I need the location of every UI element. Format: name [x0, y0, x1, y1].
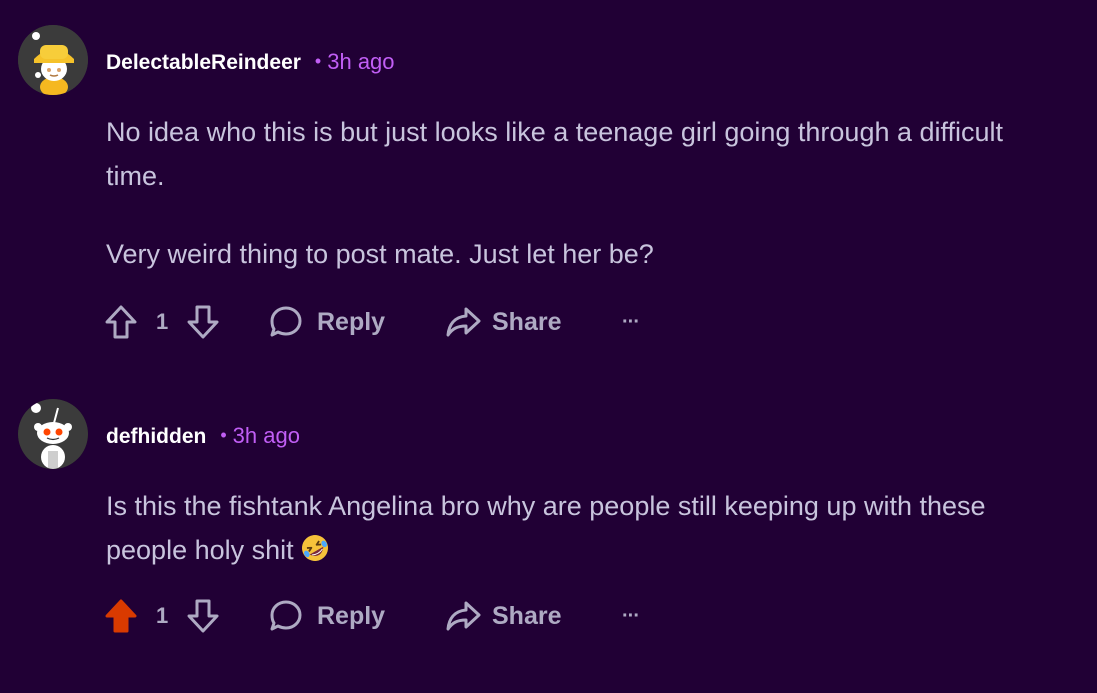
vote-score: 1 [156, 309, 169, 334]
more-options-icon: ··· [622, 310, 640, 333]
share-button[interactable]: Share [444, 596, 561, 636]
share-arrow-icon [446, 307, 481, 337]
comment-bubble-icon [270, 600, 302, 631]
timestamp[interactable]: 3h ago [233, 423, 300, 448]
comment-body: No idea who this is but just looks like … [106, 110, 1066, 276]
reply-button[interactable]: Reply [268, 596, 385, 636]
separator-dot: • [220, 425, 227, 445]
user-avatar[interactable] [18, 399, 88, 469]
comment-meta: DelectableReindeer • 3h ago [106, 47, 395, 78]
user-avatar[interactable] [18, 25, 88, 95]
timestamp[interactable]: 3h ago [327, 49, 394, 74]
reply-label: Reply [317, 307, 386, 336]
comment-text: Is this the fishtank Angelina bro why ar… [106, 491, 986, 565]
snoo-default-avatar-icon [18, 399, 88, 469]
comment-paragraph: No idea who this is but just looks like … [106, 117, 1004, 191]
username[interactable]: defhidden [106, 425, 206, 448]
comment-paragraph: Very weird thing to post mate. Just let … [106, 239, 654, 269]
share-arrow-icon [446, 601, 481, 631]
downvote-button[interactable] [186, 302, 220, 342]
share-label: Share [492, 601, 562, 630]
separator-dot: • [314, 51, 322, 71]
snoo-yellow-hat-avatar-icon [18, 25, 88, 95]
comment-bubble-icon [270, 306, 302, 337]
comment-body: Is this the fishtank Angelina bro why ar… [106, 484, 1066, 572]
upvote-button[interactable] [104, 302, 138, 342]
reply-button[interactable]: Reply [268, 302, 385, 342]
comment-meta: defhidden • 3h ago [106, 421, 300, 452]
rolling-on-floor-laughing-emoji-icon [301, 535, 328, 561]
vote-score: 1 [156, 603, 169, 628]
more-options-button[interactable]: ··· [622, 302, 640, 342]
downvote-button[interactable] [186, 596, 220, 636]
more-options-button[interactable]: ··· [622, 596, 640, 636]
downvote-arrow-icon [187, 305, 219, 339]
share-button[interactable]: Share [444, 302, 561, 342]
upvote-arrow-icon [105, 305, 137, 339]
upvote-button[interactable] [104, 596, 138, 636]
comment-paragraph: Is this the fishtank Angelina bro why ar… [106, 484, 1066, 572]
reply-label: Reply [317, 601, 386, 630]
more-options-icon: ··· [622, 604, 640, 627]
upvote-arrow-active-icon [105, 599, 137, 633]
share-label: Share [492, 307, 562, 336]
downvote-arrow-icon [187, 599, 219, 633]
username[interactable]: DelectableReindeer [106, 51, 301, 74]
